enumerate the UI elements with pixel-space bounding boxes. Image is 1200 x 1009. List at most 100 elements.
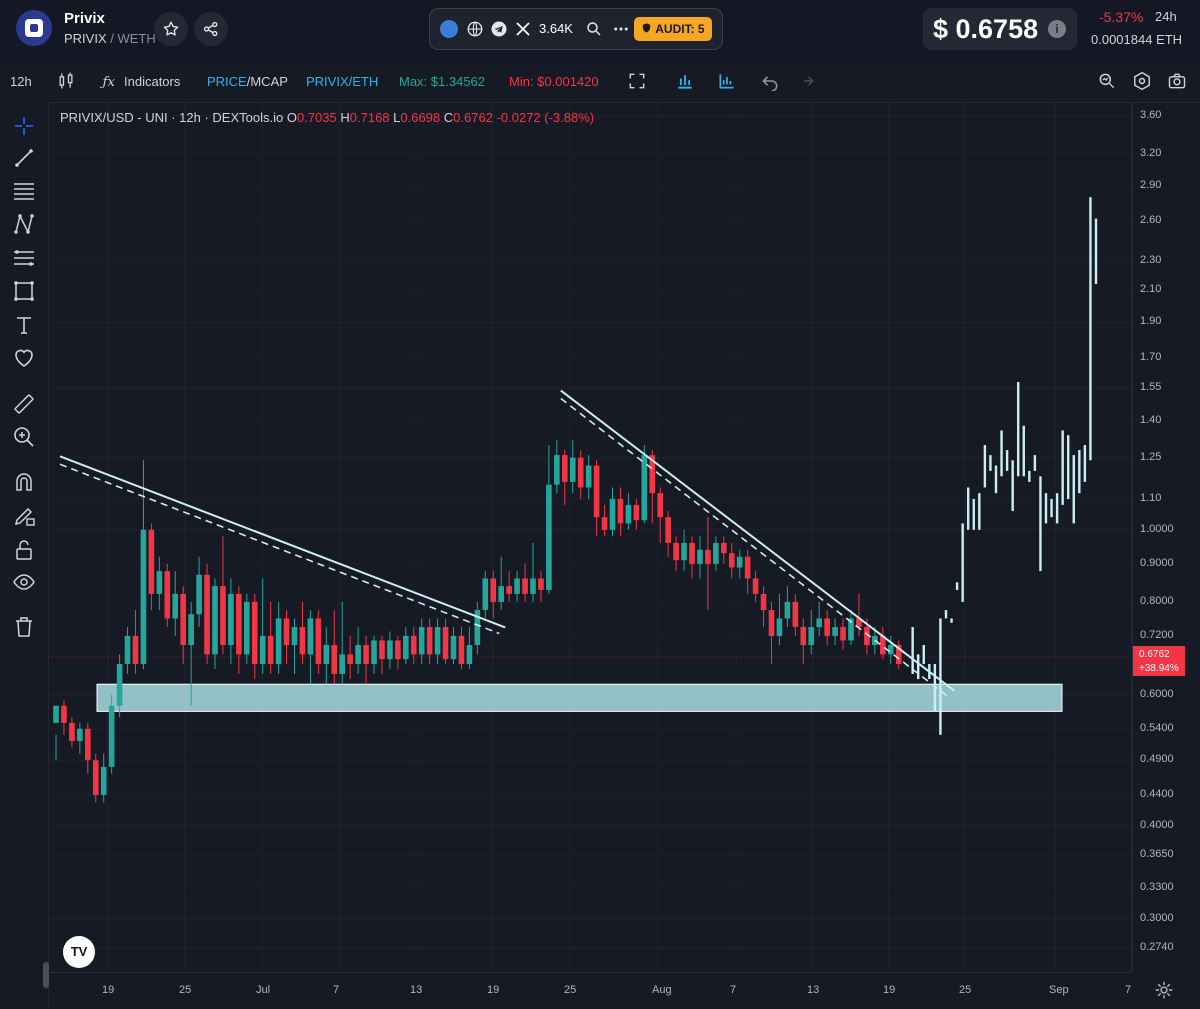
candle-body xyxy=(554,455,560,485)
search-icon[interactable] xyxy=(585,20,603,38)
heart-icon[interactable] xyxy=(12,346,36,370)
candle-body xyxy=(315,618,322,665)
candle-body xyxy=(760,593,767,611)
pair-base: PRIVIX xyxy=(64,31,107,46)
share-button[interactable] xyxy=(194,12,228,46)
candle-body xyxy=(816,618,822,628)
token-name: Privix xyxy=(64,10,105,27)
current-price-value: 0.6762 xyxy=(1139,649,1170,660)
projection-bar xyxy=(955,582,959,590)
candle-body xyxy=(538,578,544,590)
candle-body xyxy=(331,645,338,674)
candle-body xyxy=(736,556,743,568)
candle-body xyxy=(188,614,194,646)
candle-body xyxy=(832,627,838,636)
eye-icon[interactable] xyxy=(12,570,36,594)
globe-icon[interactable] xyxy=(466,20,484,38)
candle-body xyxy=(379,640,385,660)
price-mcap-toggle[interactable]: PRICE/MCAP xyxy=(207,74,288,89)
time-tick-label: Sep xyxy=(1049,984,1069,996)
crosshair-icon[interactable] xyxy=(12,114,36,138)
info-icon[interactable]: i xyxy=(1048,20,1066,38)
projection-bar xyxy=(911,627,914,674)
text-tool-icon[interactable] xyxy=(12,313,36,337)
trendline-icon[interactable] xyxy=(12,146,36,170)
audit-badge[interactable]: AUDIT: 5 xyxy=(634,17,712,41)
candle-body xyxy=(506,586,512,594)
legend-low: 0.6698 xyxy=(400,110,441,125)
projection-bar xyxy=(1044,493,1048,524)
fib-retracement-icon[interactable] xyxy=(12,246,36,270)
projection-bar xyxy=(1000,430,1003,477)
tradingview-logo[interactable]: TV xyxy=(63,936,95,968)
projection-bar xyxy=(944,610,948,619)
undo-icon[interactable] xyxy=(760,71,780,91)
projection-bar xyxy=(950,618,953,623)
unlock-icon[interactable] xyxy=(12,538,36,562)
bar-chart-icon[interactable] xyxy=(675,71,695,91)
price-tick-label: 0.7200 xyxy=(1140,628,1174,641)
time-tick-label: 19 xyxy=(883,984,896,996)
legend-high-key: H xyxy=(340,110,350,125)
indicators-icon[interactable]: ƒx xyxy=(100,71,120,91)
indicators-button[interactable]: Indicators xyxy=(124,74,180,89)
x-twitter-icon[interactable] xyxy=(514,20,532,38)
camera-icon[interactable] xyxy=(1167,71,1187,91)
projection-bar xyxy=(1055,493,1059,524)
legend-symbol: PRIVIX/USD - UNI · 12h · DEXTools.io xyxy=(60,110,284,125)
pair-toggle[interactable]: PRIVIX/ETH xyxy=(306,74,378,89)
token-logo xyxy=(16,10,52,46)
lock-drawing-icon[interactable] xyxy=(12,504,36,528)
telegram-icon[interactable] xyxy=(490,20,508,38)
ruler-icon[interactable] xyxy=(12,392,36,416)
candle-body xyxy=(69,722,75,742)
price-axis[interactable] xyxy=(1132,102,1200,972)
candle-body xyxy=(601,517,608,530)
zoom-in-icon[interactable] xyxy=(12,425,36,449)
price-chart[interactable] xyxy=(48,102,1132,972)
trendline xyxy=(560,389,955,692)
zoom-chart-icon[interactable] xyxy=(1097,71,1117,91)
interval-selector[interactable]: 12h xyxy=(10,74,32,89)
price-tick-label: 0.3300 xyxy=(1140,880,1174,893)
redo-icon[interactable] xyxy=(796,71,816,91)
projection-bar xyxy=(1028,470,1031,482)
candle-body xyxy=(347,654,353,665)
chart-stats-icon[interactable] xyxy=(440,20,458,38)
time-tick-label: 19 xyxy=(487,984,500,996)
legend-open: 0.7035 xyxy=(296,110,337,125)
price-box: $ 0.6758 i xyxy=(923,8,1077,50)
legend-close: 0.6762 xyxy=(453,110,493,125)
projection-bar xyxy=(1022,425,1025,477)
price-tick-label: 2.30 xyxy=(1140,253,1162,266)
time-tick-label: Jul xyxy=(256,984,271,996)
settings-icon[interactable] xyxy=(1132,71,1152,91)
candle-body xyxy=(92,760,99,795)
fullscreen-icon[interactable] xyxy=(627,71,647,91)
candle-body xyxy=(371,640,377,665)
projection-bar xyxy=(1017,382,1020,477)
pattern-icon[interactable] xyxy=(12,212,36,236)
time-tick-label: 13 xyxy=(410,984,423,996)
pair-quote: WETH xyxy=(117,31,156,46)
magnet-icon[interactable] xyxy=(12,470,36,494)
candle-body xyxy=(784,601,791,619)
rectangle-icon[interactable] xyxy=(12,279,36,303)
price-tick-label: 1.55 xyxy=(1140,381,1162,394)
more-dots-icon[interactable] xyxy=(612,20,630,38)
horizontal-lines-icon[interactable] xyxy=(12,179,36,203)
candle-body xyxy=(395,640,401,660)
min-price: Min: $0.001420 xyxy=(509,74,599,89)
candle-body xyxy=(251,601,258,665)
candle-body xyxy=(132,635,139,665)
projection-bar xyxy=(1094,218,1098,285)
candle-body xyxy=(148,529,155,594)
line-chart-icon[interactable] xyxy=(717,71,737,91)
candle-body xyxy=(577,457,584,488)
candle-body xyxy=(410,635,417,655)
axis-settings-icon[interactable] xyxy=(1154,980,1174,1000)
favorite-button[interactable] xyxy=(154,12,188,46)
candle-type-icon[interactable] xyxy=(56,71,76,91)
candle-body xyxy=(569,457,576,482)
trash-icon[interactable] xyxy=(12,615,36,639)
